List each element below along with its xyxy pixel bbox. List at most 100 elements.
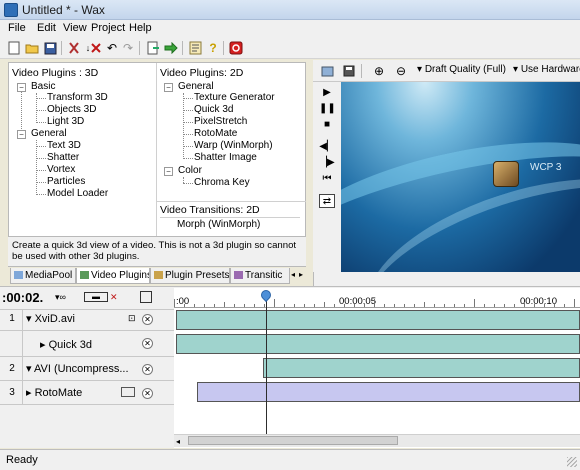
timecode-dropdown-icon[interactable]: ▾∞	[55, 292, 66, 303]
menu-help[interactable]: Help	[129, 22, 152, 34]
ruler-tick	[214, 304, 215, 307]
transition-morph-winmorph[interactable]: Morph (WinMorph)	[177, 219, 260, 230]
tree-node-general-2d[interactable]: General	[178, 81, 214, 92]
export-icon[interactable]	[145, 40, 161, 56]
track-remove-button[interactable]: ✕	[142, 314, 153, 325]
status-text: Ready	[6, 454, 38, 466]
plugin-vortex[interactable]: Vortex	[47, 164, 75, 175]
tab-mediapool[interactable]: MediaPool	[10, 268, 76, 284]
tab-transitions[interactable]: Transitic	[230, 268, 290, 284]
ruler-tick	[564, 304, 565, 307]
plugin-presets-icon	[154, 271, 163, 279]
plugin-shatter-image[interactable]: Shatter Image	[194, 152, 257, 163]
open-folder-icon[interactable]	[24, 40, 40, 56]
plugin-transform-3d[interactable]: Transform 3D	[47, 92, 108, 103]
save-icon[interactable]	[42, 40, 58, 56]
ruler-tick	[574, 299, 575, 307]
plugin-shatter[interactable]: Shatter	[47, 152, 79, 163]
plugin-rotomate[interactable]: RotoMate	[194, 128, 237, 139]
stop-icon[interactable]: ■	[319, 118, 335, 132]
help-icon[interactable]: ?	[205, 40, 221, 56]
track-number: 2	[9, 363, 15, 374]
delete-track-icon[interactable]: ✕	[110, 292, 118, 303]
plugin-light-3d[interactable]: Light 3D	[47, 116, 84, 127]
menu-project[interactable]: Project	[91, 22, 125, 34]
plugin-warp-winmorph[interactable]: Warp (WinMorph)	[194, 140, 273, 151]
timeline-ruler[interactable]: :00 00:00:05 00:00:10	[174, 288, 580, 308]
pause-icon[interactable]: ❚❚	[319, 102, 336, 116]
tab-video-plugins[interactable]: Video Plugins	[76, 268, 150, 284]
scroll-left-icon[interactable]: ◂	[176, 437, 180, 446]
tree-node-color[interactable]: Color	[178, 165, 202, 176]
zoom-in-icon[interactable]: ⊕	[371, 63, 387, 79]
track-name-avi[interactable]: ▾ AVI (Uncompress...	[26, 362, 129, 375]
render-arrow-icon[interactable]	[163, 40, 179, 56]
title-bar: Untitled * - Wax	[0, 0, 580, 20]
preview-save-icon[interactable]	[341, 63, 357, 79]
play-icon[interactable]: ▶	[319, 86, 335, 100]
undo-icon[interactable]: ↶	[104, 40, 120, 56]
ruler-tick	[264, 304, 265, 307]
plugin-text-3d[interactable]: Text 3D	[47, 140, 81, 151]
menu-file[interactable]: File	[8, 22, 26, 34]
menu-edit[interactable]: Edit	[37, 22, 56, 34]
scrollbar-thumb[interactable]	[188, 436, 398, 445]
app-icon	[4, 3, 18, 17]
plugin-pixelstretch[interactable]: PixelStretch	[194, 116, 247, 127]
tab-scroll-right-icon[interactable]: ▸	[299, 270, 303, 279]
clip-rotomate[interactable]	[197, 382, 580, 402]
plugin-particles[interactable]: Particles	[47, 176, 85, 187]
step-back-icon[interactable]: ◀▏	[319, 140, 335, 154]
menu-bar: File Edit View Project Help	[0, 20, 580, 37]
loop-icon[interactable]: ⇄	[319, 194, 335, 208]
redo-icon[interactable]: ↷	[120, 40, 136, 56]
track-properties-icon[interactable]	[140, 291, 152, 303]
ruler-tick	[444, 304, 445, 307]
ruler-label-10: 00:00:10	[520, 296, 557, 307]
track-name-rotomate[interactable]: ▸ RotoMate	[26, 386, 82, 399]
delete-icon[interactable]	[88, 40, 104, 56]
window-title: Untitled * - Wax	[22, 3, 105, 17]
clip-avi[interactable]	[263, 358, 580, 378]
ruler-tick	[394, 304, 395, 307]
plugin-quick-3d[interactable]: Quick 3d	[194, 104, 233, 115]
track-name-xvid[interactable]: ▾ XviD.avi	[26, 312, 75, 325]
new-file-icon[interactable]	[6, 40, 22, 56]
plugin-objects-3d[interactable]: Objects 3D	[47, 104, 96, 115]
plugin-chroma-key[interactable]: Chroma Key	[194, 177, 250, 188]
add-track-icon[interactable]: ▬	[84, 292, 108, 302]
snapshot-icon[interactable]	[319, 63, 335, 79]
track-mode-icon[interactable]	[121, 387, 135, 397]
resize-grip-icon[interactable]	[567, 457, 577, 467]
tab-scroll-left-icon[interactable]: ◂	[291, 270, 295, 279]
tree-node-basic[interactable]: Basic	[31, 81, 55, 92]
properties-icon[interactable]	[187, 40, 203, 56]
ruler-tick	[244, 304, 245, 307]
ruler-tick	[234, 304, 235, 307]
track-remove-button[interactable]: ✕	[142, 364, 153, 375]
transport-controls: ▶ ❚❚ ■ ◀▏ ▕▶ ⏮ ⇄	[313, 82, 341, 272]
playhead[interactable]	[266, 291, 267, 434]
track-name-quick3d[interactable]: ▸ Quick 3d	[40, 338, 92, 351]
quality-dropdown[interactable]: ▾ Draft Quality (Full)	[417, 64, 506, 75]
timeline-scrollbar[interactable]: ◂	[174, 434, 580, 447]
clip-quick3d[interactable]	[176, 334, 580, 354]
clip-xvid[interactable]	[176, 310, 580, 330]
zoom-out-icon[interactable]: ⊖	[393, 63, 409, 79]
menu-view[interactable]: View	[63, 22, 87, 34]
plugin-texture-generator[interactable]: Texture Generator	[194, 92, 275, 103]
mediapool-icon	[14, 271, 23, 279]
effect-remove-button[interactable]: ✕	[142, 338, 153, 349]
ruler-tick	[434, 304, 435, 307]
ruler-tick	[404, 304, 405, 307]
tree-node-general-3d[interactable]: General	[31, 128, 67, 139]
go-to-start-icon[interactable]: ⏮	[319, 172, 335, 186]
track-remove-button[interactable]: ✕	[142, 388, 153, 399]
plugin-model-loader[interactable]: Model Loader	[47, 188, 108, 199]
track-fx-icon[interactable]: ⊡	[128, 313, 136, 324]
hardware-toggle[interactable]: ▾ Use Hardware A	[513, 64, 580, 75]
stop-record-icon[interactable]	[228, 40, 244, 56]
tab-plugin-presets[interactable]: Plugin Presets	[150, 268, 230, 284]
step-forward-icon[interactable]: ▕▶	[319, 156, 335, 170]
ruler-tick	[204, 304, 205, 307]
